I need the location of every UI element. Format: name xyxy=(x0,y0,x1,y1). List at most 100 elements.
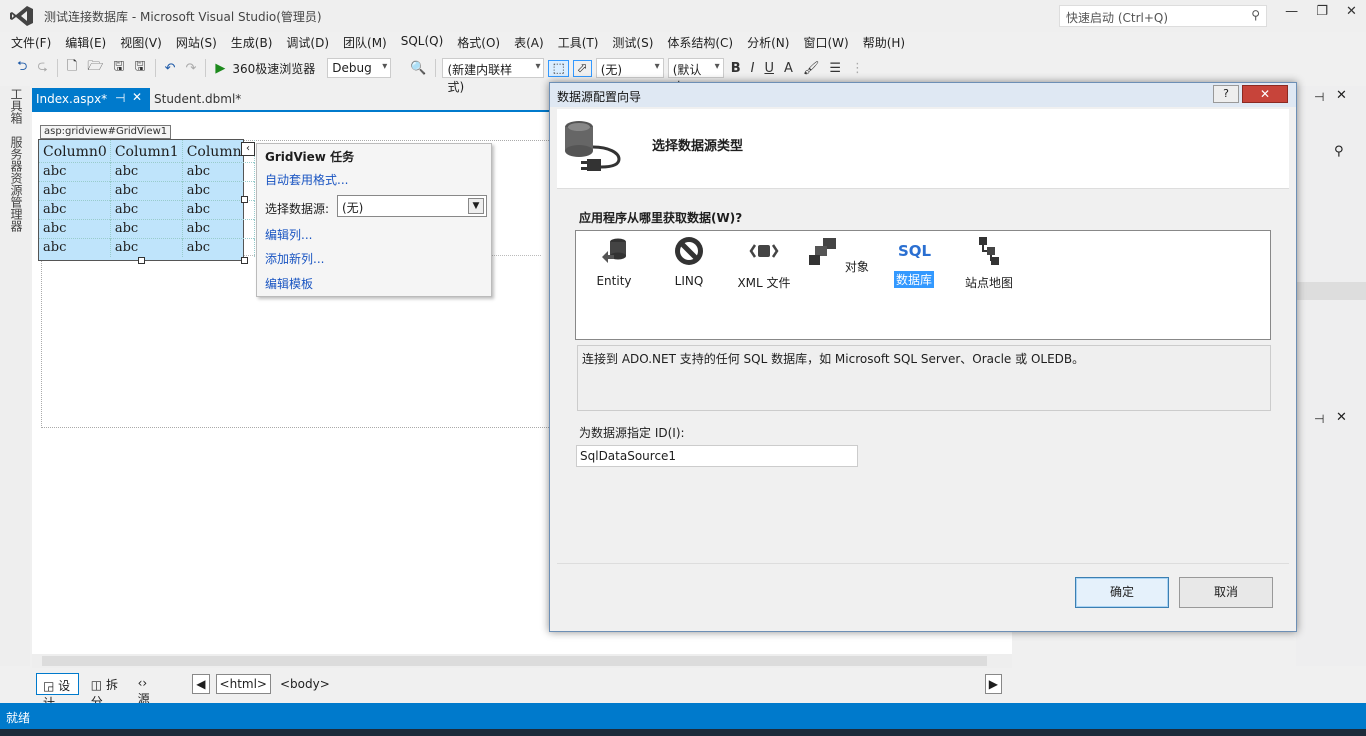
italic-button[interactable]: I xyxy=(748,61,758,76)
quick-launch-input[interactable]: 快速启动 (Ctrl+Q) ⚲ xyxy=(1059,5,1267,27)
menu-edit[interactable]: 编辑(E) xyxy=(60,32,111,52)
source-sitemap[interactable]: 站点地图 xyxy=(956,235,1022,291)
minimize-icon[interactable]: — xyxy=(1285,4,1298,26)
menu-debug[interactable]: 调试(D) xyxy=(281,32,334,52)
menu-table[interactable]: 表(A) xyxy=(509,32,549,52)
scroll-thumb[interactable] xyxy=(42,656,987,666)
data-source-id-input[interactable]: SqlDataSource1 xyxy=(576,445,858,467)
menu-website[interactable]: 网站(S) xyxy=(171,32,222,52)
target-rule-select[interactable]: (无) xyxy=(595,58,664,78)
font-select[interactable]: (默认大 xyxy=(667,58,724,94)
source-database[interactable]: SQL 数据库 xyxy=(881,235,947,288)
choose-source-select[interactable]: (无) ▼ xyxy=(337,195,487,217)
cancel-button[interactable]: 取消 xyxy=(1179,577,1273,608)
tab-student-dbml[interactable]: Student.dbml* xyxy=(152,88,243,110)
help-button[interactable]: ? xyxy=(1213,85,1239,103)
close-tab-icon[interactable]: ✕ xyxy=(132,90,142,104)
redo-icon[interactable]: ↷ xyxy=(182,61,199,76)
scroll-right-icon[interactable]: ▶ xyxy=(984,674,1003,694)
pin-icon[interactable]: ⊣ xyxy=(1314,412,1324,426)
table-cell: abc xyxy=(182,237,255,257)
configuration-select[interactable]: Debug xyxy=(327,58,392,78)
source-xml-file[interactable]: XML 文件 xyxy=(731,235,797,291)
menu-test[interactable]: 测试(S) xyxy=(607,32,658,52)
undo-icon[interactable]: ↶ xyxy=(162,61,179,76)
menu-view[interactable]: 视图(V) xyxy=(115,32,167,52)
scroll-left-icon[interactable]: ◀ xyxy=(192,674,210,694)
ok-button[interactable]: 确定 xyxy=(1075,577,1169,608)
auto-format-link[interactable]: 自动套用格式... xyxy=(265,171,348,188)
window-title: 测试连接数据库 - Microsoft Visual Studio(管理员) xyxy=(44,10,322,24)
source-object[interactable]: 对象 xyxy=(806,235,872,275)
close-icon[interactable]: ✕ xyxy=(1336,410,1347,425)
resize-handle[interactable] xyxy=(138,257,145,264)
tab-label: Index.aspx* xyxy=(36,92,108,106)
forward-icon[interactable]: ⮎ xyxy=(34,57,50,79)
toolbar-separator xyxy=(205,59,207,77)
source-label: LINQ xyxy=(674,274,704,288)
run-icon[interactable]: ▶ xyxy=(212,61,228,76)
menu-help[interactable]: 帮助(H) xyxy=(858,32,910,52)
gridview-control[interactable]: Column0 Column1 Column2 abc abc abc abc … xyxy=(38,139,255,261)
menu-file[interactable]: 文件(F) xyxy=(6,32,56,52)
source-view-button[interactable]: ‹› 源 xyxy=(132,673,163,706)
menu-build[interactable]: 生成(B) xyxy=(226,32,278,52)
close-icon[interactable]: ✕ xyxy=(1336,88,1347,103)
back-icon[interactable]: ⮌ xyxy=(14,57,30,79)
toolbox-tab[interactable]: 工具箱 xyxy=(8,88,25,124)
style-application-icon[interactable]: ⬚ xyxy=(548,59,569,77)
new-project-icon[interactable]: 🗋 xyxy=(64,57,80,79)
menu-format[interactable]: 格式(O) xyxy=(452,32,505,52)
source-label: Entity xyxy=(596,274,632,288)
menu-analyze[interactable]: 分析(N) xyxy=(742,32,794,52)
source-question-label: 应用程序从哪里获取数据(W)? xyxy=(579,211,743,225)
design-view-button[interactable]: ◲ 设计 xyxy=(36,673,79,710)
menu-team[interactable]: 团队(M) xyxy=(338,32,392,52)
pin-icon[interactable]: ⊣ xyxy=(1314,90,1324,104)
bold-button[interactable]: B xyxy=(728,61,744,76)
resize-handle[interactable] xyxy=(241,196,248,203)
xml-file-icon xyxy=(749,244,779,258)
search-icon[interactable]: ⚲ xyxy=(1334,144,1344,159)
bullets-icon[interactable]: ⋮ xyxy=(848,61,867,76)
close-icon[interactable]: ✕ xyxy=(1346,4,1357,26)
chevron-down-icon[interactable]: ▼ xyxy=(468,198,484,214)
resize-handle[interactable] xyxy=(241,257,248,264)
underline-button[interactable]: U xyxy=(761,61,777,76)
menu-architecture[interactable]: 体系结构(C) xyxy=(662,32,738,52)
highlight-icon[interactable]: 🖌 xyxy=(800,61,823,76)
menu-window[interactable]: 窗口(W) xyxy=(798,32,853,52)
status-text: 就绪 xyxy=(6,711,31,725)
source-linq[interactable]: LINQ xyxy=(656,235,722,288)
tab-index-aspx[interactable]: Index.aspx* ⊣ ✕ xyxy=(32,88,150,110)
split-view-button[interactable]: ◫ 拆分 xyxy=(85,673,126,709)
open-file-icon[interactable]: 🗁 xyxy=(84,57,106,79)
smart-tag-chevron-icon[interactable]: ‹ xyxy=(241,142,255,156)
table-cell: abc xyxy=(110,161,183,181)
breadcrumb-html[interactable]: <html> xyxy=(215,674,271,694)
target-rule-icon[interactable]: ⬀ xyxy=(572,59,592,77)
font-color-icon[interactable]: A xyxy=(781,61,796,76)
choose-source-label: 选择数据源: xyxy=(265,202,330,216)
source-entity[interactable]: Entity xyxy=(581,235,647,288)
breadcrumb-body[interactable]: <body> xyxy=(277,675,333,693)
align-icon[interactable]: ☰ xyxy=(826,61,844,76)
table-row: abc abc abc xyxy=(39,218,255,238)
gridview-tasks-panel: GridView 任务 自动套用格式... 选择数据源: (无) ▼ 编辑列..… xyxy=(256,143,492,297)
pin-icon[interactable]: ⊣ xyxy=(115,91,125,105)
server-explorer-tab[interactable]: 服务器资源管理器 xyxy=(8,136,25,232)
dialog-close-icon[interactable]: ✕ xyxy=(1242,85,1288,103)
add-column-link[interactable]: 添加新列... xyxy=(265,250,324,267)
restore-icon[interactable]: ❐ xyxy=(1316,4,1328,26)
find-icon[interactable]: 🔍 xyxy=(407,61,429,76)
browser-run-button[interactable]: 360极速浏览器 xyxy=(232,60,315,77)
style-select[interactable]: (新建内联样式) xyxy=(442,58,545,94)
save-all-icon[interactable]: 🖫 xyxy=(132,57,149,79)
menu-tools[interactable]: 工具(T) xyxy=(553,32,604,52)
save-icon[interactable]: 🖫 xyxy=(110,57,127,79)
menu-sql[interactable]: SQL(Q) xyxy=(396,32,449,52)
edit-columns-link[interactable]: 编辑列... xyxy=(265,226,312,243)
horizontal-scrollbar[interactable] xyxy=(32,654,1012,668)
table-cell: abc xyxy=(110,180,183,200)
edit-templates-link[interactable]: 编辑模板 xyxy=(265,275,313,292)
